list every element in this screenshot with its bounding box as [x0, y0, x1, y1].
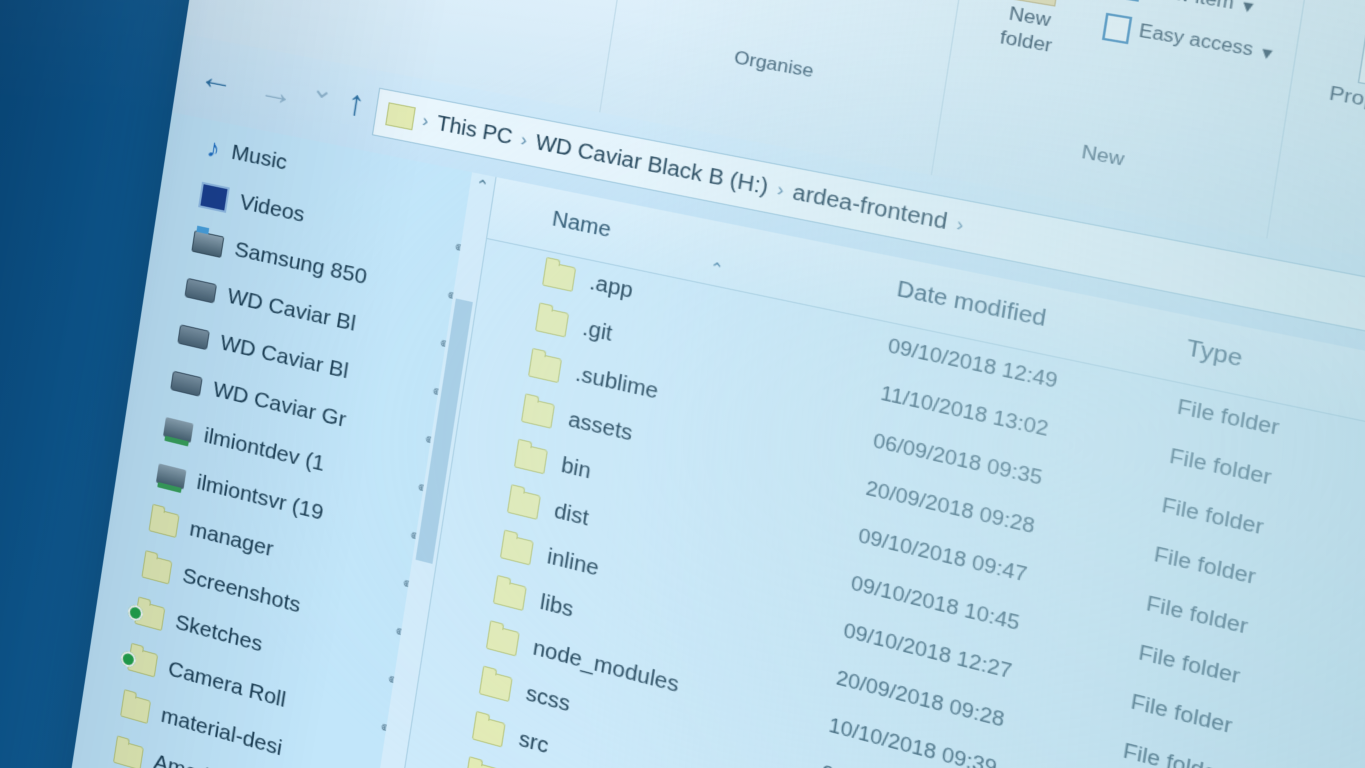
folder-icon	[149, 507, 180, 537]
folder-icon	[141, 554, 172, 584]
breadcrumb-item-drive[interactable]: WD Caviar Black B (H:)	[534, 130, 770, 200]
cell-name[interactable]: .git	[535, 307, 614, 348]
breadcrumb-separator-1: ›	[419, 110, 432, 133]
sidebar-item-label: Music	[230, 140, 289, 176]
breadcrumb-separator-2: ›	[517, 129, 531, 152]
file-name-label: libs	[538, 591, 575, 624]
sort-ascending-icon: ⌃	[708, 258, 725, 280]
folder-icon	[472, 715, 506, 747]
folder-icon	[113, 739, 144, 768]
breadcrumb-item-ardea-frontend[interactable]: ardea-frontend	[791, 180, 949, 235]
easy-access-icon	[1102, 13, 1132, 45]
new-item-caret-icon[interactable]: ▾	[1241, 0, 1255, 19]
file-name-label: .app	[588, 271, 635, 305]
column-header-type[interactable]: Type	[1185, 336, 1245, 374]
drive-icon	[177, 324, 210, 350]
properties-label: Properties	[1307, 80, 1365, 126]
file-name-label: assets	[567, 408, 635, 447]
folder-icon	[507, 488, 541, 520]
music-icon: ♪	[205, 135, 221, 163]
file-name-label: .git	[581, 316, 614, 347]
file-name-label: inline	[545, 545, 600, 582]
file-name-label: bin	[559, 454, 592, 485]
easy-access-button[interactable]: Easy access ▾	[1102, 13, 1274, 68]
easy-access-caret-icon[interactable]: ▾	[1260, 41, 1274, 66]
folder-sync-icon	[134, 600, 165, 631]
ssd-icon	[191, 230, 224, 258]
cell-name[interactable]: bin	[514, 443, 593, 485]
breadcrumb-separator-4: ›	[953, 213, 968, 238]
properties-button[interactable]: Properties	[1307, 22, 1365, 126]
up-button[interactable]: ↑	[345, 84, 368, 122]
drive-icon	[184, 277, 217, 303]
cell-name[interactable]: .app	[542, 261, 635, 304]
scroll-up-icon[interactable]: ⌃	[469, 174, 495, 198]
ribbon-group-label-clipboard: Clipboard	[197, 0, 616, 23]
folder-icon	[479, 670, 513, 702]
folder-icon	[493, 579, 527, 611]
folder-icon	[514, 443, 548, 474]
new-item-label: New item	[1148, 0, 1236, 15]
monitor-photo-scene: access Copy Paste Copy path Paste shortc…	[0, 0, 1365, 768]
new-item-icon	[1109, 0, 1143, 2]
back-button[interactable]: ←	[197, 58, 236, 99]
new-folder-button[interactable]: New folder	[969, 0, 1097, 61]
column-header-date-modified[interactable]: Date modified	[895, 277, 1048, 333]
folder-icon	[542, 261, 576, 292]
column-header-name[interactable]: Name	[550, 207, 612, 243]
folder-icon	[120, 693, 151, 724]
file-name-label: scss	[524, 682, 571, 718]
file-name-label: dist	[552, 499, 590, 532]
folder-icon	[465, 760, 499, 768]
folder-icon	[500, 534, 534, 566]
breadcrumb-item-this-pc[interactable]: This PC	[435, 111, 514, 150]
folder-sync-icon	[127, 646, 158, 677]
breadcrumb-root-folder-icon[interactable]	[385, 102, 416, 130]
folder-icon	[486, 624, 520, 656]
video-icon	[198, 181, 230, 212]
easy-access-label: Easy access	[1137, 22, 1254, 62]
properties-icon	[1358, 29, 1365, 91]
cell-type: File folder	[1168, 444, 1273, 490]
file-explorer-window: access Copy Paste Copy path Paste shortc…	[50, 0, 1365, 768]
recent-locations-button[interactable]: ⌄	[310, 73, 336, 104]
cell-name[interactable]: dist	[507, 488, 590, 532]
file-name-label: .sublime	[574, 362, 660, 405]
folder-icon	[528, 352, 562, 383]
breadcrumb-separator-3: ›	[773, 178, 788, 202]
file-name-label: src	[517, 727, 550, 759]
network-drive-icon	[163, 417, 194, 443]
forward-button[interactable]: →	[257, 72, 297, 113]
sidebar-item-label: Videos	[238, 190, 306, 228]
cell-type: File folder	[1176, 395, 1281, 441]
folder-icon	[535, 307, 569, 338]
folder-icon	[521, 397, 555, 428]
ribbon-group-label-organise: Organise	[609, 25, 945, 106]
network-drive-icon	[156, 463, 187, 489]
drive-icon	[170, 370, 203, 396]
